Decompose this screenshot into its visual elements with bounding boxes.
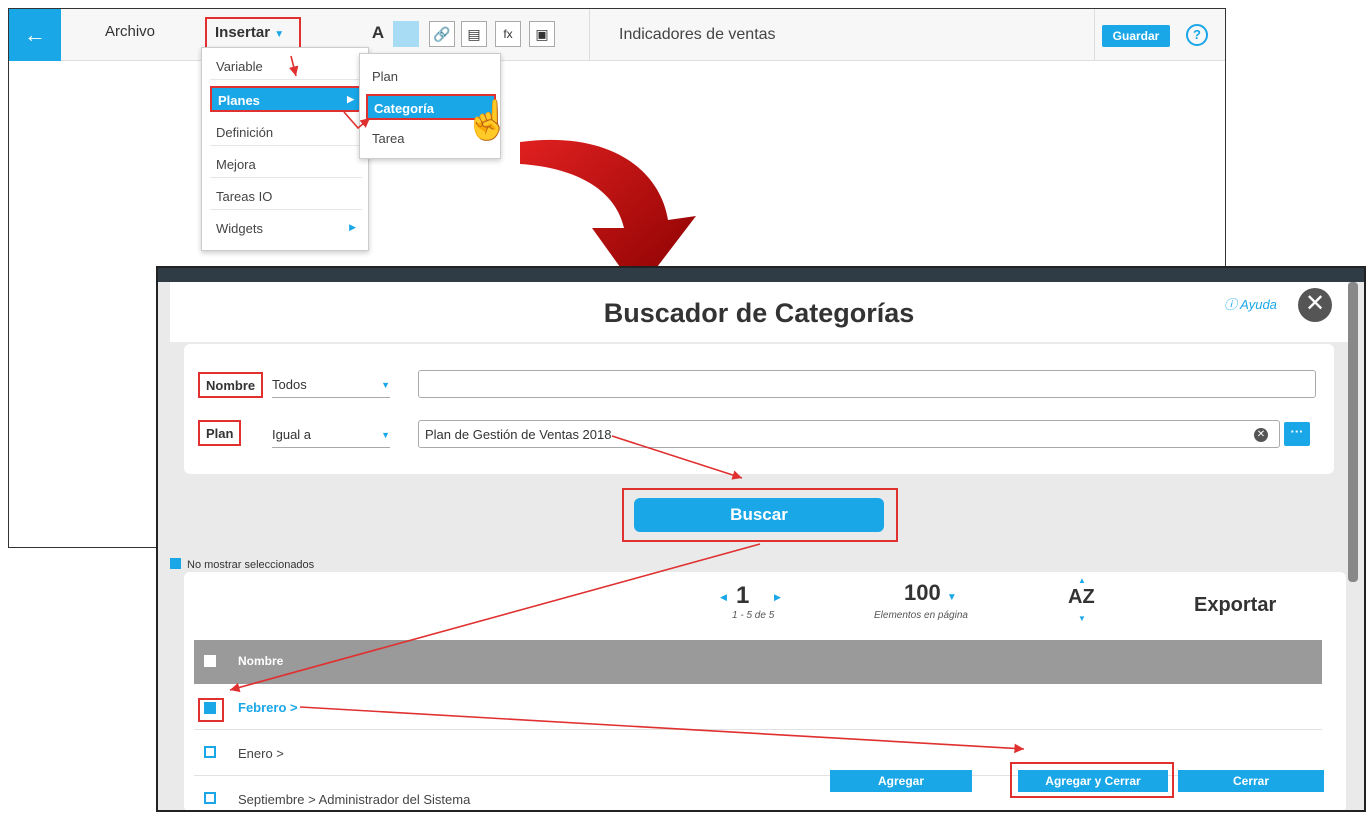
row-name[interactable]: Enero > [238, 746, 284, 761]
filter-panel: Nombre Todos ▼ Plan Igual a ▼ Plan de Ge… [184, 344, 1334, 474]
formula-icon[interactable]: fx [495, 21, 521, 47]
scrollbar[interactable] [1348, 282, 1358, 582]
select-all-checkbox[interactable] [204, 655, 216, 667]
help-circle-icon: ⓘ [1224, 297, 1238, 312]
color-swatch-icon[interactable] [393, 21, 419, 47]
caret-down-icon: ▼ [274, 29, 285, 40]
dialog-top-strip [158, 268, 1364, 282]
caret-right-icon: ▶ [349, 222, 356, 232]
page-range: 1 - 5 de 5 [732, 610, 775, 621]
name-operator-select[interactable]: Todos ▼ [272, 374, 390, 398]
image-icon[interactable]: ▣ [529, 21, 555, 47]
document-title: Indicadores de ventas [619, 26, 776, 43]
menu-item-label: Definición [216, 125, 274, 140]
caret-down-icon: ▼ [381, 380, 390, 390]
toolbar-divider [1094, 9, 1095, 61]
submenu-item-plan[interactable]: Plan [366, 64, 496, 90]
toolbar-divider [589, 9, 590, 61]
hide-selected-toggle[interactable]: No mostrar seleccionados [170, 558, 314, 571]
category-search-dialog: Buscador de Categorías ⓘ Ayuda ✕ Nombre … [156, 266, 1366, 812]
menu-item-label: Planes [218, 93, 260, 108]
menu-insertar-label: Insertar [215, 24, 271, 41]
menu-archivo[interactable]: Archivo [105, 23, 155, 40]
text-icon[interactable]: A [365, 21, 391, 47]
plan-operator-select[interactable]: Igual a ▼ [272, 424, 390, 448]
arrow-left-icon: ← [24, 22, 46, 47]
prev-page-icon[interactable]: ◀ [720, 592, 727, 603]
sort-up-icon[interactable]: ▲ [1078, 576, 1086, 585]
plan-input[interactable]: Plan de Gestión de Ventas 2018 [418, 420, 1280, 448]
menu-item-label: Tareas IO [216, 189, 273, 204]
row-name[interactable]: Septiembre > Administrador del Sistema [238, 792, 470, 807]
more-options-button[interactable]: ··· [1284, 422, 1310, 446]
back-button[interactable]: ← [9, 9, 61, 61]
editor-toolbar: ← Archivo Insertar ▼ A 🔗 ▤ fx ▣ Indicado… [9, 9, 1225, 61]
dialog-title: Buscador de Categorías [603, 298, 915, 328]
clear-icon[interactable]: ✕ [1254, 428, 1268, 442]
name-input[interactable] [418, 370, 1316, 398]
menu-item-mejora[interactable]: Mejora [210, 152, 362, 178]
help-link-label: Ayuda [1240, 297, 1277, 312]
search-button[interactable]: Buscar [634, 498, 884, 532]
checkbox-icon [170, 558, 181, 569]
filter-name-label: Nombre [198, 372, 264, 398]
dialog-header: Buscador de Categorías ⓘ Ayuda ✕ [170, 282, 1348, 342]
caret-right-icon: ▶ [347, 94, 354, 104]
per-page-label: Elementos en página [874, 610, 968, 621]
menu-item-label: Mejora [216, 157, 256, 172]
help-link[interactable]: ⓘ Ayuda [1224, 294, 1277, 313]
close-icon[interactable]: ✕ [1298, 288, 1332, 322]
select-value: Todos [272, 377, 307, 392]
row-checkbox[interactable] [204, 702, 216, 714]
hide-selected-label: No mostrar seleccionados [187, 559, 315, 571]
link-icon[interactable]: 🔗 [429, 21, 455, 47]
save-button[interactable]: Guardar [1102, 25, 1170, 47]
page-number: 1 [736, 582, 750, 609]
menu-item-planes[interactable]: Planes ▶ [210, 86, 362, 112]
add-and-close-button[interactable]: Agregar y Cerrar [1018, 770, 1168, 792]
select-value: Igual a [272, 427, 312, 442]
menu-item-label: Widgets [216, 221, 263, 236]
per-page-select[interactable]: 100 ▼ [904, 580, 957, 606]
column-header-name: Nombre [238, 654, 284, 668]
menu-item-variable[interactable]: Variable [210, 54, 362, 80]
menu-item-tareas-io[interactable]: Tareas IO [210, 184, 362, 210]
per-page-value: 100 [904, 580, 941, 605]
next-page-icon[interactable]: ▶ [774, 592, 781, 603]
insert-dropdown: Variable Planes ▶ Definición Mejora Tarea… [201, 47, 369, 251]
table-row[interactable]: Febrero > [194, 684, 1322, 730]
chart-icon[interactable]: ▤ [461, 21, 487, 47]
row-name[interactable]: Febrero > [238, 700, 298, 715]
menu-item-label: Variable [216, 59, 263, 74]
menu-item-widgets[interactable]: Widgets ▶ [210, 216, 362, 242]
menu-item-definicion[interactable]: Definición [210, 120, 362, 146]
filter-plan-label: Plan [198, 420, 242, 446]
results-panel: ◀ 1 ▶ 1 - 5 de 5 100 ▼ Elementos en pági… [184, 572, 1346, 810]
table-header: Nombre [194, 640, 1322, 684]
sort-down-icon[interactable]: ▼ [1078, 614, 1086, 623]
row-checkbox[interactable] [204, 746, 216, 758]
caret-down-icon: ▼ [946, 592, 957, 603]
export-button[interactable]: Exportar [1194, 594, 1276, 617]
caret-down-icon: ▼ [381, 430, 390, 440]
row-checkbox[interactable] [204, 792, 216, 804]
menu-insertar[interactable]: Insertar ▼ [205, 17, 301, 49]
sort-button[interactable]: AZ [1068, 586, 1095, 609]
add-button[interactable]: Agregar [830, 770, 972, 792]
help-icon[interactable]: ? [1186, 24, 1208, 46]
close-button[interactable]: Cerrar [1178, 770, 1324, 792]
